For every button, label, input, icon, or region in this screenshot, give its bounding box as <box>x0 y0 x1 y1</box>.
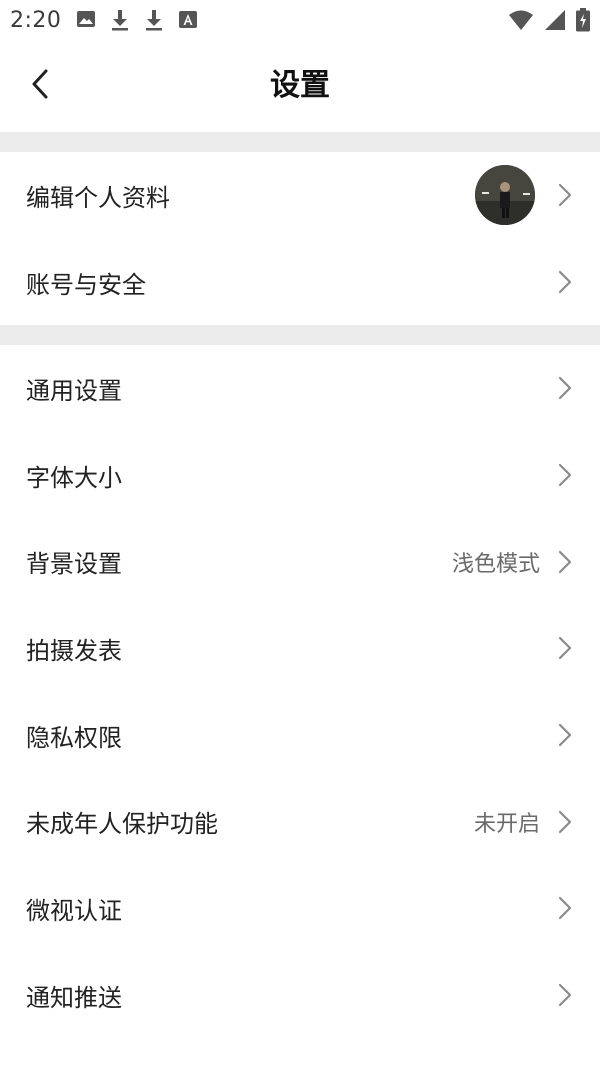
avatar <box>475 165 535 226</box>
battery-icon <box>576 8 590 32</box>
chevron-right-icon <box>558 377 572 400</box>
list-item-label: 账号与安全 <box>26 270 146 299</box>
list-item-label: 背景设置 <box>26 550 122 579</box>
list-item-label: 拍摄发表 <box>26 636 122 665</box>
chevron-right-icon <box>558 984 572 1007</box>
a-icon <box>178 9 198 31</box>
section-divider <box>0 132 600 152</box>
list-item-label: 未成年人保护功能 <box>26 810 218 839</box>
account-section: 编辑个人资料 账号与安全 <box>0 152 600 325</box>
list-item-weishi-verification[interactable]: 微视认证 <box>0 865 600 952</box>
section-divider <box>0 325 600 345</box>
list-item-label: 通用设置 <box>26 376 122 405</box>
image-icon <box>76 9 96 31</box>
status-system-icons <box>508 8 590 32</box>
status-notification-icons <box>76 9 198 31</box>
list-item-minor-protection[interactable]: 未成年人保护功能 未开启 <box>0 778 600 865</box>
chevron-right-icon <box>558 270 572 294</box>
list-item-label: 通知推送 <box>26 983 122 1012</box>
wifi-icon <box>508 9 534 31</box>
list-item-privacy-permissions[interactable]: 隐私权限 <box>0 692 600 779</box>
list-item-label: 隐私权限 <box>26 723 122 752</box>
chevron-right-icon <box>558 723 572 747</box>
list-item-background-settings[interactable]: 背景设置 浅色模式 <box>0 518 600 605</box>
list-item-label: 字体大小 <box>26 463 122 492</box>
download-icon <box>144 9 164 31</box>
chevron-right-icon <box>558 637 572 660</box>
page-title: 设置 <box>270 68 330 103</box>
list-item-label: 微视认证 <box>26 896 122 925</box>
download-icon <box>110 9 130 31</box>
chevron-right-icon <box>558 897 572 920</box>
list-item-value: 未开启 <box>473 811 540 837</box>
status-bar: 2:20 <box>0 0 600 42</box>
list-item-edit-profile[interactable]: 编辑个人资料 <box>0 152 600 239</box>
list-item-general-settings[interactable]: 通用设置 <box>0 345 600 432</box>
list-item-font-size[interactable]: 字体大小 <box>0 432 600 519</box>
title-bar: 设置 <box>0 42 600 132</box>
list-item-value: 浅色模式 <box>451 551 540 577</box>
status-time: 2:20 <box>10 8 62 33</box>
chevron-right-icon <box>558 463 572 487</box>
chevron-right-icon <box>558 550 572 573</box>
settings-section: 通用设置 字体大小 背景设置 浅色模式 拍摄发表 隐私权限 未成年人保护功能 未… <box>0 345 600 1039</box>
signal-icon <box>544 9 566 31</box>
list-item-label: 编辑个人资料 <box>26 183 170 212</box>
chevron-right-icon <box>558 184 572 207</box>
chevron-right-icon <box>558 810 572 833</box>
list-item-notification-push[interactable]: 通知推送 <box>0 952 600 1039</box>
list-item-account-security[interactable]: 账号与安全 <box>0 239 600 326</box>
list-item-shoot-publish[interactable]: 拍摄发表 <box>0 605 600 692</box>
